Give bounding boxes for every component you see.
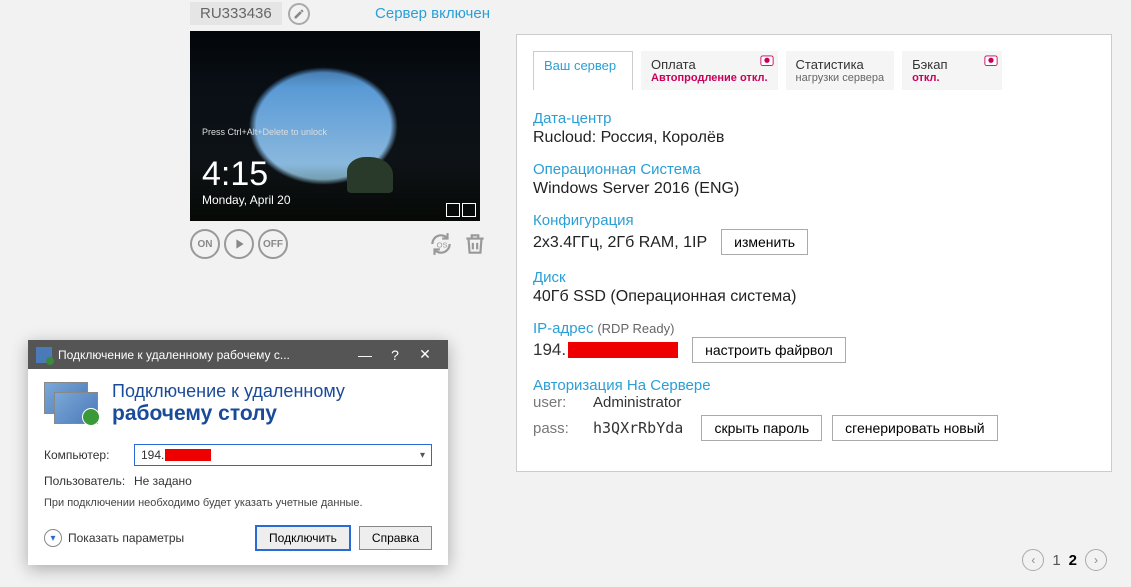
trash-icon <box>462 231 488 257</box>
rdp-title-line2: рабочему столу <box>112 402 345 426</box>
disk-label: Диск <box>533 269 1095 286</box>
auth-user-key: user: <box>533 394 583 411</box>
os-value: Windows Server 2016 (ENG) <box>533 180 1095 198</box>
edit-server-button[interactable] <box>288 3 310 25</box>
config-value: 2x3.4ГГц, 2Гб RAM, 1IP <box>533 234 707 252</box>
page-next-button[interactable]: › <box>1085 549 1107 571</box>
tab-label: Бэкап <box>912 57 992 72</box>
rdp-note: При подключении необходимо будет указать… <box>44 496 432 511</box>
tab-payment[interactable]: Оплата Автопродление откл. <box>641 51 778 90</box>
tab-label: Ваш сервер <box>544 58 616 73</box>
auth-user-value: Administrator <box>593 394 1095 411</box>
generate-password-button[interactable]: сгенерировать новый <box>832 415 997 441</box>
tab-sublabel: откл. <box>912 72 992 84</box>
tab-label: Статистика <box>796 57 885 72</box>
power-off-button[interactable]: OFF <box>258 229 288 259</box>
hide-password-button[interactable]: скрыть пароль <box>701 415 822 441</box>
server-info-panel: Ваш сервер Оплата Автопродление откл. Ст… <box>516 34 1112 472</box>
close-button[interactable]: ✕ <box>410 346 440 363</box>
chevron-down-icon: ▾ <box>420 450 425 461</box>
rdp-window-title: Подключение к удаленному рабочему с... <box>58 348 290 362</box>
tab-statistics[interactable]: Статистика нагрузки сервера <box>786 51 895 90</box>
show-options-button[interactable]: ▾ Показать параметры <box>44 529 184 547</box>
lock-date: Monday, April 20 <box>202 193 291 207</box>
tab-label: Оплата <box>651 57 768 72</box>
computer-value: 194. <box>141 448 164 462</box>
change-config-button[interactable]: изменить <box>721 229 808 255</box>
disk-value: 40Гб SSD (Операционная система) <box>533 288 1095 306</box>
lock-hint: Press Ctrl+Alt+Delete to unlock <box>202 127 327 137</box>
delete-server-button[interactable] <box>460 229 490 259</box>
desktop-thumbnail[interactable]: Press Ctrl+Alt+Delete to unlock 4:15 Mon… <box>190 31 480 221</box>
play-button[interactable] <box>224 229 254 259</box>
computer-label: Компьютер: <box>44 448 134 462</box>
redacted-ip <box>568 342 678 358</box>
alert-icon <box>984 55 998 69</box>
rdp-help-button[interactable]: Справка <box>359 526 432 550</box>
os-label: Операционная Система <box>533 161 1095 178</box>
tab-sublabel: Автопродление откл. <box>651 72 768 84</box>
rdp-title-line1: Подключение к удаленному <box>112 381 345 402</box>
server-id: RU333436 <box>190 2 282 25</box>
auth-label: Авторизация На Сервере <box>533 377 1095 394</box>
user-label: Пользователь: <box>44 474 134 488</box>
minimize-button[interactable]: — <box>350 347 380 363</box>
server-status: Сервер включен <box>375 5 490 22</box>
pagination: ‹ 1 2 › <box>1022 549 1107 571</box>
user-value: Не задано <box>134 474 192 488</box>
rdp-app-icon <box>36 347 52 363</box>
chevron-down-icon: ▾ <box>44 529 62 547</box>
ip-value: 194. <box>533 340 566 360</box>
power-on-button[interactable]: ON <box>190 229 220 259</box>
rdp-big-icon <box>44 382 100 426</box>
config-label: Конфигурация <box>533 212 1095 229</box>
pencil-icon <box>293 8 305 20</box>
thumbnail-os-controls <box>446 203 476 217</box>
reinstall-os-button[interactable]: OS <box>426 229 456 259</box>
play-icon <box>232 237 246 251</box>
refresh-icon: OS <box>428 231 454 257</box>
rdp-dialog: Подключение к удаленному рабочему с... —… <box>28 340 448 565</box>
datacenter-value: Rucloud: Россия, Королёв <box>533 129 1095 147</box>
ip-sublabel: (RDP Ready) <box>597 321 674 336</box>
datacenter-label: Дата-центр <box>533 110 1095 127</box>
svg-text:OS: OS <box>437 240 448 249</box>
alert-icon <box>760 55 774 69</box>
show-options-label: Показать параметры <box>68 531 184 545</box>
lock-time: 4:15 <box>202 157 291 191</box>
help-button[interactable]: ? <box>380 347 410 363</box>
computer-combobox[interactable]: 194. ▾ <box>134 444 432 466</box>
auth-pass-key: pass: <box>533 420 583 437</box>
tab-backup[interactable]: Бэкап откл. <box>902 51 1002 90</box>
tab-sublabel: нагрузки сервера <box>796 72 885 84</box>
page-1[interactable]: 1 <box>1052 552 1060 569</box>
page-prev-button[interactable]: ‹ <box>1022 549 1044 571</box>
ip-label: IP-адрес <box>533 320 593 337</box>
connect-button[interactable]: Подключить <box>255 525 351 551</box>
firewall-button[interactable]: настроить файрвол <box>692 337 846 363</box>
tab-your-server[interactable]: Ваш сервер <box>533 51 633 90</box>
redacted-ip <box>165 449 211 461</box>
auth-pass-value: h3QXrRbYda <box>593 419 683 437</box>
page-2[interactable]: 2 <box>1069 552 1077 569</box>
